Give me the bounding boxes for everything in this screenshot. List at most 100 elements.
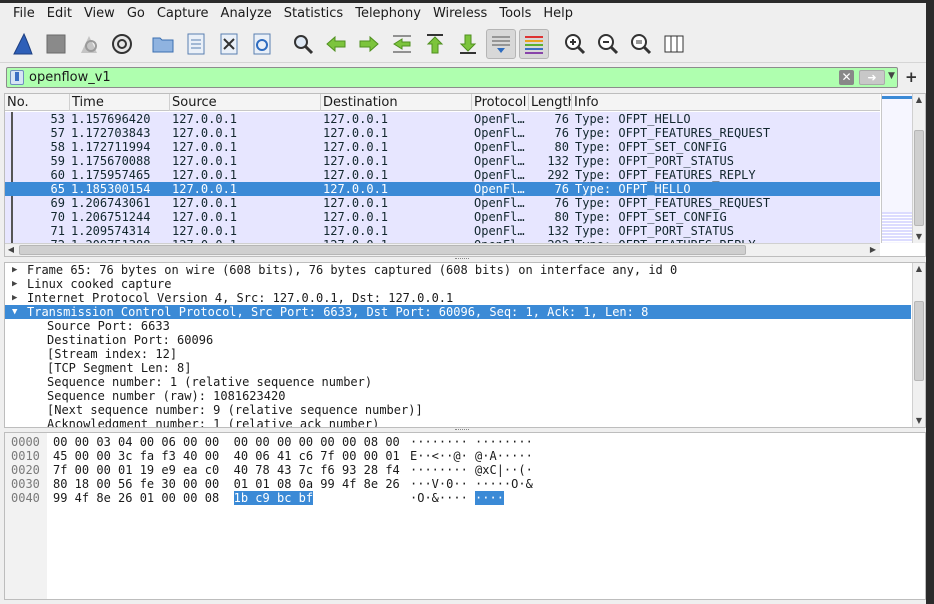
menu-tools[interactable]: Tools xyxy=(493,4,537,24)
detail-tree-field[interactable]: Acknowledgment number: 1 (relative ack n… xyxy=(5,417,925,427)
menu-go[interactable]: Go xyxy=(121,4,151,24)
hex-bytes-highlighted: 1b c9 bc bf xyxy=(233,491,314,505)
collapsed-arrow-icon[interactable]: ▶ xyxy=(12,277,17,291)
save-file-icon[interactable] xyxy=(181,29,211,59)
filter-bookmark-icon[interactable] xyxy=(10,70,24,85)
menu-capture[interactable]: Capture xyxy=(151,4,215,24)
go-first-packet-icon[interactable] xyxy=(420,29,450,59)
hex-ascii[interactable]: ········ ········ xyxy=(410,435,533,449)
detail-tree-field[interactable]: [Stream index: 12] xyxy=(5,347,925,361)
packet-info: Type: OFPT_SET_CONFIG xyxy=(575,140,727,154)
menu-edit[interactable]: Edit xyxy=(41,4,78,24)
resize-columns-icon[interactable] xyxy=(659,29,689,59)
collapsed-arrow-icon[interactable]: ▶ xyxy=(12,263,17,277)
detail-tree-node[interactable]: ▶ Linux cooked capture xyxy=(5,277,925,291)
menu-view[interactable]: View xyxy=(78,4,121,24)
detail-tree-node[interactable]: ▶ Internet Protocol Version 4, Src: 127.0… xyxy=(5,291,925,305)
detail-tree-field[interactable]: [TCP Segment Len: 8] xyxy=(5,361,925,375)
packet-row[interactable]: 57 1.172703843 127.0.0.1 127.0.0.1 OpenFl… 76… xyxy=(5,126,880,140)
zoom-in-icon[interactable] xyxy=(560,29,590,59)
packet-row-selected[interactable]: 65 1.185300154 127.0.0.1 127.0.0.1 OpenFl… 76… xyxy=(5,182,880,196)
add-filter-button-icon[interactable]: + xyxy=(905,68,918,86)
detail-tree-node[interactable]: ▶ Frame 65: 76 bytes on wire (608 bits), … xyxy=(5,263,925,277)
hex-bytes[interactable]: 45 00 00 3c fa f3 40 00 40 06 41 c6 7f 0… xyxy=(53,449,400,463)
packet-row[interactable]: 60 1.175957465 127.0.0.1 127.0.0.1 OpenFl… 29… xyxy=(5,168,880,182)
scroll-right-arrow-icon[interactable]: ▶ xyxy=(867,244,879,256)
shark-fin-start-icon[interactable] xyxy=(8,29,38,59)
packet-list-horizontal-scrollbar[interactable]: ◀ ▶ xyxy=(5,243,880,256)
auto-scroll-icon[interactable] xyxy=(486,28,516,59)
hex-bytes-text: 80 18 00 56 fe 30 00 00 01 01 08 0a 99 4… xyxy=(53,477,400,491)
restart-fin-icon[interactable] xyxy=(74,29,104,59)
packet-row[interactable]: 58 1.172711994 127.0.0.1 127.0.0.1 OpenFl… 80… xyxy=(5,140,880,154)
packet-minimap[interactable] xyxy=(881,94,912,243)
column-header-length[interactable]: Length xyxy=(529,94,572,111)
scroll-up-arrow-icon[interactable]: ▲ xyxy=(913,94,925,106)
menu-statistics[interactable]: Statistics xyxy=(278,4,349,24)
go-last-packet-icon[interactable] xyxy=(453,29,483,59)
find-magnifier-icon[interactable] xyxy=(288,29,318,59)
hex-ascii-text: E··<··@· @·A····· xyxy=(410,449,533,463)
packet-list-vertical-scrollbar[interactable]: ▲ ▼ xyxy=(912,94,925,243)
column-header-time[interactable]: Time xyxy=(70,94,170,111)
packet-row[interactable]: 71 1.209574314 127.0.0.1 127.0.0.1 OpenFl… 13… xyxy=(5,224,880,238)
menu-file[interactable]: File xyxy=(7,4,41,24)
reload-file-icon[interactable] xyxy=(247,29,277,59)
collapsed-arrow-icon[interactable]: ▶ xyxy=(12,291,17,305)
packet-row[interactable]: 69 1.206743061 127.0.0.1 127.0.0.1 OpenFl… 76… xyxy=(5,196,880,210)
packet-row[interactable]: 70 1.206751244 127.0.0.1 127.0.0.1 OpenFl… 80… xyxy=(5,210,880,224)
detail-tree-field[interactable]: Source Port: 6633 xyxy=(5,319,925,333)
normal-size-icon[interactable] xyxy=(626,29,656,59)
go-to-packet-icon[interactable] xyxy=(387,29,417,59)
column-header-source[interactable]: Source xyxy=(170,94,321,111)
scrollbar-thumb[interactable] xyxy=(914,130,924,226)
pane-splitter-handle[interactable] xyxy=(455,258,469,261)
colorize-icon[interactable] xyxy=(519,28,549,59)
column-header-destination[interactable]: Destination xyxy=(321,94,472,111)
go-back-arrow-icon[interactable] xyxy=(321,29,351,59)
detail-tree-field[interactable]: Destination Port: 60096 xyxy=(5,333,925,347)
hex-ascii[interactable]: ·O·&···· ···· xyxy=(410,491,504,505)
menu-analyze[interactable]: Analyze xyxy=(215,4,278,24)
details-scrollbar-thumb[interactable] xyxy=(914,301,924,381)
clear-filter-icon[interactable]: ✕ xyxy=(839,70,854,85)
packet-row[interactable]: 53 1.157696420 127.0.0.1 127.0.0.1 OpenFl… 76… xyxy=(5,112,880,126)
column-header-no[interactable]: No. xyxy=(5,94,70,111)
packet-source: 127.0.0.1 xyxy=(172,168,238,182)
stop-square-icon[interactable] xyxy=(41,29,71,59)
hex-bytes[interactable]: 99 4f 8e 26 01 00 00 08 1b c9 bc bf xyxy=(53,491,314,505)
hex-offset: 0040 xyxy=(11,491,40,505)
detail-tree-field[interactable]: [Next sequence number: 9 (relative seque… xyxy=(5,403,925,417)
column-header-info[interactable]: Info xyxy=(572,94,880,111)
detail-tree-field[interactable]: Sequence number: 1 (relative sequence nu… xyxy=(5,375,925,389)
go-forward-arrow-icon[interactable] xyxy=(354,29,384,59)
menu-telephony[interactable]: Telephony xyxy=(349,4,427,24)
hex-ascii[interactable]: ···V·0·· ·····O·& xyxy=(410,477,533,491)
details-vertical-scrollbar[interactable]: ▲ ▼ xyxy=(912,263,925,427)
filter-history-chevron-icon[interactable]: ▼ xyxy=(888,71,895,81)
display-filter-input[interactable]: openflow_v1 ✕ ➜ ▼ xyxy=(6,67,898,88)
menu-wireless[interactable]: Wireless xyxy=(427,4,493,24)
hex-bytes[interactable]: 80 18 00 56 fe 30 00 00 01 01 08 0a 99 4… xyxy=(53,477,400,491)
hex-ascii[interactable]: E··<··@· @·A····· xyxy=(410,449,533,463)
hex-bytes[interactable]: 00 00 03 04 00 06 00 00 00 00 00 00 00 0… xyxy=(53,435,400,449)
packet-row[interactable]: 59 1.175670088 127.0.0.1 127.0.0.1 OpenFl… 13… xyxy=(5,154,880,168)
details-scroll-up-arrow-icon[interactable]: ▲ xyxy=(913,263,925,275)
horizontal-scrollbar-thumb[interactable] xyxy=(19,245,746,255)
capture-options-gear-icon[interactable] xyxy=(107,29,137,59)
display-filter-text[interactable]: openflow_v1 xyxy=(29,70,111,85)
hex-ascii[interactable]: ········ @xC|··(· xyxy=(410,463,533,477)
zoom-out-icon[interactable] xyxy=(593,29,623,59)
apply-filter-arrow-icon[interactable]: ➜ xyxy=(859,70,885,85)
column-header-protocol[interactable]: Protocol xyxy=(472,94,529,111)
details-scroll-down-arrow-icon[interactable]: ▼ xyxy=(913,415,925,427)
detail-tree-node[interactable]: ▼ Transmission Control Protocol, Src Port… xyxy=(5,305,911,319)
open-folder-icon[interactable] xyxy=(148,29,178,59)
menu-help[interactable]: Help xyxy=(537,4,579,24)
hex-bytes[interactable]: 7f 00 00 01 19 e9 ea c0 40 78 43 7c f6 9… xyxy=(53,463,400,477)
detail-tree-field[interactable]: Sequence number (raw): 1081623420 xyxy=(5,389,925,403)
scroll-down-arrow-icon[interactable]: ▼ xyxy=(913,231,925,243)
close-file-icon[interactable] xyxy=(214,29,244,59)
scroll-left-arrow-icon[interactable]: ◀ xyxy=(5,244,17,256)
expanded-arrow-icon[interactable]: ▼ xyxy=(12,305,17,319)
